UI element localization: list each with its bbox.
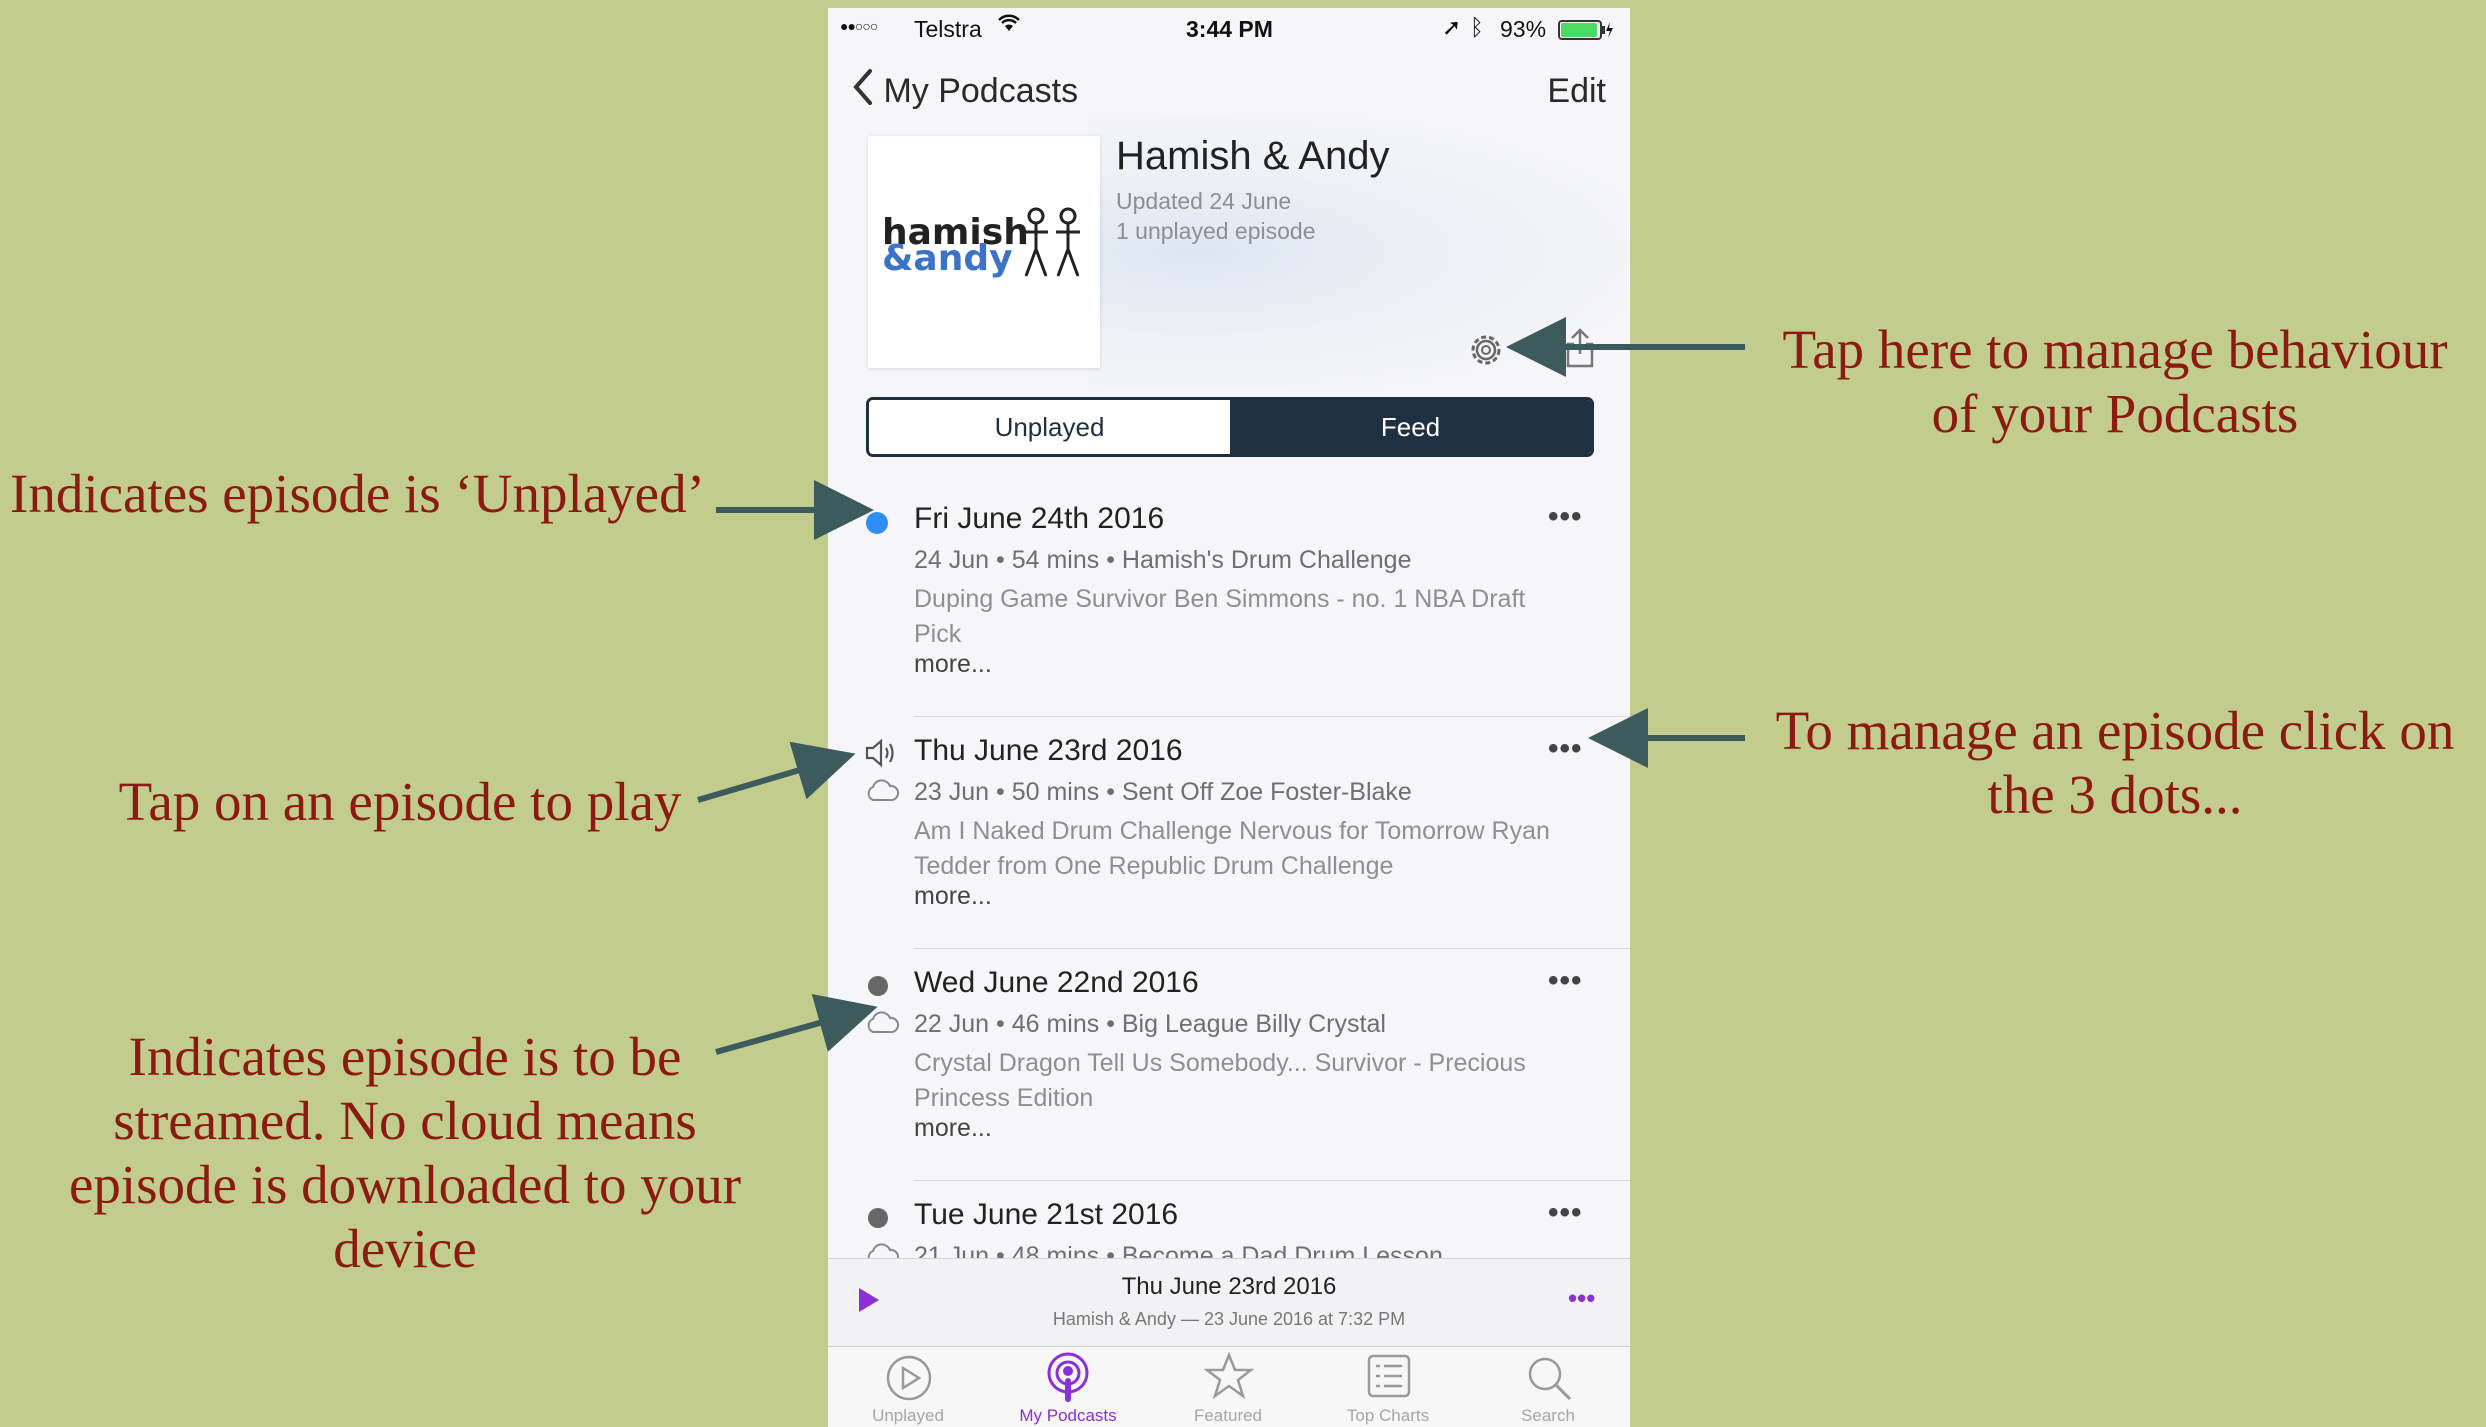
podcast-title: Hamish & Andy bbox=[1116, 134, 1390, 178]
tab-search[interactable]: Search bbox=[1468, 1347, 1628, 1427]
mini-player-subtitle: Hamish & Andy — 23 June 2016 at 7:32 PM bbox=[1052, 1309, 1406, 1329]
played-dot-icon bbox=[868, 976, 888, 996]
episode-more-link[interactable]: more... bbox=[914, 650, 992, 679]
chevron-left-icon bbox=[852, 68, 874, 115]
cloud-icon bbox=[864, 778, 900, 809]
unplayed-count-label: 1 unplayed episode bbox=[1116, 218, 1316, 244]
annotation-line: of your Podcasts bbox=[1931, 383, 2299, 444]
back-button[interactable]: My Podcasts bbox=[852, 68, 1078, 115]
tab-label: Featured bbox=[1193, 1406, 1263, 1425]
list-icon bbox=[1366, 1353, 1412, 1404]
bluetooth-icon: ᛒ bbox=[1470, 14, 1484, 40]
share-icon[interactable] bbox=[1564, 326, 1596, 375]
stick-figures-icon bbox=[1018, 204, 1088, 289]
episode-more-options-button[interactable]: ••• bbox=[1548, 1196, 1583, 1230]
gear-icon[interactable] bbox=[1466, 330, 1506, 375]
unplayed-dot-icon bbox=[866, 512, 888, 534]
annotation-tap-play: Tap on an episode to play bbox=[100, 770, 700, 834]
annotation-line: Tap on an episode to play bbox=[118, 771, 682, 832]
carrier-label: Telstra bbox=[914, 16, 982, 42]
arrow-to-episode bbox=[697, 741, 856, 803]
episode-meta: 24 Jun • 54 mins • Hamish's Drum Challen… bbox=[914, 546, 1412, 574]
artwork-logo: hamish &andy bbox=[882, 215, 1029, 279]
episode-row[interactable]: Tue June 21st 2016 ••• 21 Jun • 48 mins … bbox=[828, 1196, 1630, 1270]
episode-more-link[interactable]: more... bbox=[914, 1114, 992, 1143]
episode-title: Tue June 21st 2016 bbox=[914, 1198, 1179, 1231]
star-icon bbox=[1203, 1351, 1255, 1406]
play-circle-icon bbox=[884, 1353, 934, 1408]
wifi-icon bbox=[996, 13, 1022, 39]
logo-text-line2: &andy bbox=[882, 238, 1013, 279]
episode-more-options-button[interactable]: ••• bbox=[1548, 500, 1583, 534]
annotation-line: Tap here to manage behaviour bbox=[1782, 319, 2448, 380]
tab-label: My Podcasts bbox=[1019, 1406, 1117, 1425]
speaker-icon bbox=[864, 738, 900, 773]
tab-label: Top Charts bbox=[1346, 1406, 1430, 1425]
battery-percentage: 93% bbox=[1500, 16, 1547, 42]
episode-row[interactable]: Thu June 23rd 2016 ••• 23 Jun • 50 mins … bbox=[828, 732, 1630, 949]
episode-title: Thu June 23rd 2016 bbox=[914, 734, 1183, 767]
annotation-line: Indicates episode is to be bbox=[128, 1026, 682, 1087]
updated-label: Updated 24 June bbox=[1116, 188, 1292, 214]
episode-more-options-button[interactable]: ••• bbox=[1548, 964, 1583, 998]
battery-icon bbox=[1558, 19, 1614, 46]
signal-icon: ●●○○○ bbox=[840, 18, 878, 34]
divider bbox=[914, 948, 1630, 949]
episode-title: Wed June 22nd 2016 bbox=[914, 966, 1199, 999]
episode-more-options-button[interactable]: ••• bbox=[1548, 732, 1583, 766]
episode-description: Am I Naked Drum Challenge Nervous for To… bbox=[914, 817, 1550, 880]
status-bar: ●●○○○ Telstra 3:44 PM ➚ ᛒ 93% bbox=[828, 13, 1630, 60]
tab-featured[interactable]: Featured bbox=[1148, 1347, 1308, 1427]
edit-button[interactable]: Edit bbox=[1547, 72, 1606, 111]
tab-top-charts[interactable]: Top Charts bbox=[1308, 1347, 1468, 1427]
episode-description: Crystal Dragon Tell Us Somebody... Survi… bbox=[914, 1049, 1526, 1112]
played-dot-icon bbox=[868, 1208, 888, 1228]
annotation-manage-episode: To manage an episode click on the 3 dots… bbox=[1755, 699, 2475, 827]
search-icon bbox=[1524, 1353, 1574, 1408]
annotation-line: episode is downloaded to your bbox=[68, 1154, 742, 1215]
mini-player[interactable]: Thu June 23rd 2016 Hamish & Andy — 23 Ju… bbox=[828, 1258, 1630, 1347]
location-icon: ➚ bbox=[1442, 14, 1462, 40]
episode-more-link[interactable]: more... bbox=[914, 882, 992, 911]
annotation-line: Indicates episode is ‘Unplayed’ bbox=[10, 463, 705, 524]
segment-feed[interactable]: Feed bbox=[1230, 400, 1591, 454]
tab-bar: Unplayed My Podcasts Featured Top Charts… bbox=[828, 1346, 1630, 1427]
divider bbox=[914, 716, 1630, 717]
phone-screen: ●●○○○ Telstra 3:44 PM ➚ ᛒ 93% My Podcast… bbox=[828, 8, 1630, 1427]
annotation-line: To manage an episode click on bbox=[1775, 700, 2455, 761]
podcast-icon bbox=[1042, 1351, 1094, 1410]
divider bbox=[914, 1180, 1630, 1181]
tab-label: Unplayed bbox=[872, 1406, 944, 1425]
tab-my-podcasts[interactable]: My Podcasts bbox=[988, 1347, 1148, 1427]
mini-player-more-button[interactable]: ••• bbox=[1568, 1283, 1595, 1314]
annotation-streamed: Indicates episode is to be streamed. No … bbox=[30, 1025, 780, 1281]
annotation-line: the 3 dots... bbox=[1987, 764, 2243, 825]
annotation-unplayed: Indicates episode is ‘Unplayed’ bbox=[10, 462, 710, 526]
episode-row[interactable]: Fri June 24th 2016 ••• 24 Jun • 54 mins … bbox=[828, 500, 1630, 717]
episode-row[interactable]: Wed June 22nd 2016 ••• 22 Jun • 46 mins … bbox=[828, 964, 1630, 1181]
segment-unplayed[interactable]: Unplayed bbox=[869, 400, 1230, 454]
annotation-manage-behaviour: Tap here to manage behaviour of your Pod… bbox=[1755, 318, 2475, 446]
annotation-line: streamed. No cloud means bbox=[113, 1090, 697, 1151]
tab-label: Search bbox=[1521, 1406, 1575, 1425]
mini-player-title: Thu June 23rd 2016 bbox=[1121, 1273, 1337, 1300]
episode-meta: 23 Jun • 50 mins • Sent Off Zoe Foster-B… bbox=[914, 778, 1412, 806]
clock: 3:44 PM bbox=[1186, 16, 1273, 42]
episode-title: Fri June 24th 2016 bbox=[914, 502, 1165, 535]
segmented-control: Unplayed Feed bbox=[866, 397, 1594, 457]
podcast-artwork[interactable]: hamish &andy bbox=[868, 136, 1100, 368]
back-label: My Podcasts bbox=[883, 72, 1079, 110]
cloud-icon bbox=[864, 1010, 900, 1041]
tab-unplayed[interactable]: Unplayed bbox=[828, 1347, 988, 1427]
episode-description: Duping Game Survivor Ben Simmons - no. 1… bbox=[914, 585, 1526, 648]
episode-meta: 22 Jun • 46 mins • Big League Billy Crys… bbox=[914, 1010, 1386, 1038]
annotation-line: device bbox=[333, 1218, 477, 1279]
